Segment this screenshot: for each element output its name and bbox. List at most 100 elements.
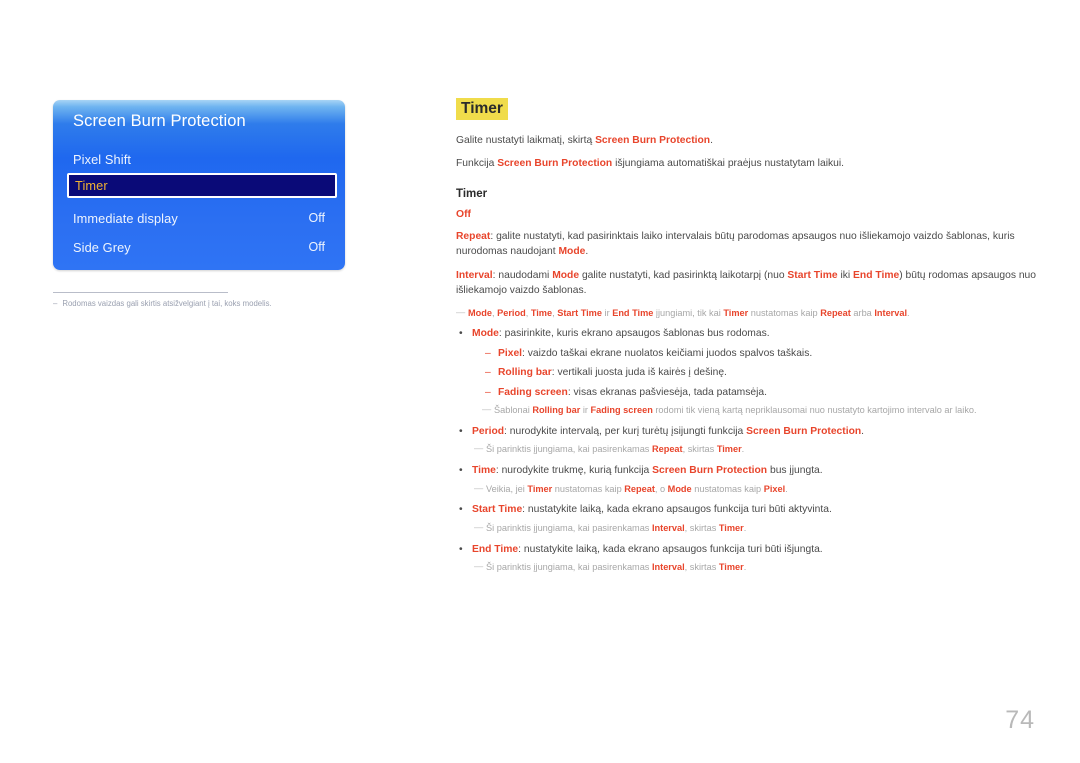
bullet-fading-screen-desc: : visas ekranas pašviesėja, tada patamsė…	[567, 386, 767, 398]
bullet-pixel-text: Pixel: vaizdo taškai ekrane nuolatos kei…	[498, 346, 1036, 361]
note-start-p1: Ši parinktis įjungiama, kai pasirenkamas	[486, 522, 652, 533]
note-sep-8: .	[907, 307, 910, 318]
interval-text-3: iki	[837, 269, 854, 281]
note-kw-start-time: Start Time	[557, 307, 602, 318]
note-period-kw-repeat: Repeat	[651, 444, 683, 455]
bullet-fading-screen-keyword: Fading screen	[498, 386, 568, 398]
bullet-time-keyword-sbp: Screen Burn Protection	[652, 465, 768, 477]
note-dash-icon: —	[456, 306, 465, 317]
bullet-end-time-desc: : nustatykite laiką, kada ekrano apsaugo…	[518, 543, 823, 555]
interval-keyword: Interval	[456, 269, 493, 281]
note-dash-icon: —	[474, 521, 483, 532]
intro-1-keyword: Screen Burn Protection	[595, 135, 711, 147]
bullet-period-t2: .	[861, 425, 865, 437]
note-period-text: Ši parinktis įjungiama, kai pasirenkamas…	[486, 443, 1036, 457]
bullet-pixel-desc: : vaizdo taškai ekrane nuolatos keičiami…	[522, 347, 813, 359]
note-period-p3: .	[741, 444, 745, 455]
note-patterns-text: Šablonai Rolling bar ir Fading screen ro…	[494, 404, 1036, 418]
note-patterns-p2: ir	[580, 405, 591, 416]
page-title: Timer	[456, 98, 508, 121]
osd-menu-item-timer-selected[interactable]: Timer	[67, 173, 337, 198]
note-modes-text: Mode, Period, Time, Start Time ir End Ti…	[468, 307, 1036, 321]
bullet-period-t1: : nurodykite intervalą, per kurį turėtų …	[504, 425, 747, 437]
note-dash-icon: —	[474, 482, 483, 493]
bullet-marker-icon: •	[459, 465, 463, 477]
menu-footnote: – Rodomas vaizdas gali skirtis atsižvelg…	[53, 292, 353, 310]
bullet-start-time-keyword: Start Time	[472, 504, 523, 516]
intro-2-post: išjungiama automatiškai praėjus nustatyt…	[612, 157, 845, 169]
note-start-time-text: Ši parinktis įjungiama, kai pasirenkamas…	[486, 522, 1036, 536]
bullet-mode-desc: : pasirinkite, kuris ekrano apsaugos šab…	[498, 328, 770, 340]
bullet-pixel-keyword: Pixel	[498, 347, 523, 359]
note-dash-icon: —	[482, 404, 491, 415]
bullet-marker-icon: •	[459, 543, 463, 555]
note-time-kw-repeat: Repeat	[624, 483, 655, 494]
note-end-time-text: Ši parinktis įjungiama, kai pasirenkamas…	[486, 561, 1036, 575]
bullet-end-time: • End Time: nustatykite laiką, kada ekra…	[456, 542, 1036, 557]
osd-menu-item-pixel-shift[interactable]: Pixel Shift	[73, 146, 329, 172]
interval-keyword-end-time: End Time	[853, 269, 900, 281]
bullet-time-t2: bus įjungta.	[767, 465, 823, 477]
note-time-kw-mode: Mode	[667, 483, 692, 494]
note-period: — Ši parinktis įjungiama, kai pasirenkam…	[474, 443, 1036, 457]
osd-menu-item-immediate-display[interactable]: Immediate display Off	[73, 205, 329, 231]
option-off-label: Off	[456, 208, 472, 220]
note-time-p2: nustatomas kaip	[552, 483, 625, 494]
note-patterns-kw-fading-screen: Fading screen	[590, 405, 653, 416]
osd-item-label: Immediate display	[73, 210, 178, 226]
bullet-marker-icon: •	[459, 425, 463, 437]
intro-2-keyword: Screen Burn Protection	[497, 157, 613, 169]
bullet-period-keyword-sbp: Screen Burn Protection	[746, 425, 862, 437]
note-start-kw-timer: Timer	[718, 522, 744, 533]
bullet-rolling-bar-desc: : vertikali juosta juda iš kairės į deši…	[551, 367, 727, 379]
osd-menu-item-side-grey[interactable]: Side Grey Off	[73, 234, 329, 260]
note-end-p3: .	[743, 562, 747, 573]
bullet-period: • Period: nurodykite intervalą, per kurį…	[456, 424, 1036, 439]
page-number: 74	[1005, 706, 1035, 734]
note-end-time: — Ši parinktis įjungiama, kai pasirenkam…	[474, 561, 1036, 575]
note-start-kw-interval: Interval	[651, 522, 685, 533]
note-patterns-kw-rolling-bar: Rolling bar	[532, 405, 581, 416]
interval-keyword-mode: Mode	[552, 269, 580, 281]
note-patterns-p3: rodomi tik vieną kartą nepriklausomai nu…	[652, 405, 977, 416]
repeat-text-1: : galite nustatyti, kad pasirinktais lai…	[456, 230, 1015, 258]
section-heading-timer: Timer	[456, 187, 488, 200]
note-time-kw-timer: Timer	[527, 483, 553, 494]
note-kw-end-time: End Time	[612, 307, 654, 318]
bullet-fading-screen-text: Fading screen: visas ekranas pašviesėja,…	[498, 385, 1036, 400]
note-modes-availability: — Mode, Period, Time, Start Time ir End …	[456, 307, 1036, 321]
bullet-period-text: Period: nurodykite intervalą, per kurį t…	[472, 424, 1036, 439]
bullet-start-time-desc: : nustatykite laiką, kada ekrano apsaugo…	[522, 504, 832, 516]
footnote-text: Rodomas vaizdas gali skirtis atsižvelgia…	[62, 299, 272, 308]
bullet-rolling-bar-text: Rolling bar: vertikali juosta juda iš ka…	[498, 365, 1036, 380]
bullet-time-text: Time: nurodykite trukmę, kurią funkcija …	[472, 463, 1036, 478]
repeat-keyword-mode: Mode	[558, 246, 586, 258]
note-start-p2: , skirtas	[684, 522, 719, 533]
intro-1-post: .	[710, 135, 713, 147]
note-sep-4: ir	[601, 307, 613, 318]
bullet-marker-icon: •	[459, 328, 463, 340]
bullet-mode-text: Mode: pasirinkite, kuris ekrano apsaugos…	[472, 326, 1036, 341]
note-patterns-p1: Šablonai	[494, 405, 533, 416]
footnote-dash-icon: –	[53, 299, 58, 308]
note-sep-7: arba	[850, 307, 875, 318]
intro-1-pre: Galite nustatyti laikmatį, skirtą	[456, 135, 596, 147]
note-time-p5: .	[785, 483, 788, 494]
interval-keyword-start-time: Start Time	[787, 269, 838, 281]
osd-item-label: Pixel Shift	[73, 151, 131, 167]
bullet-start-time: • Start Time: nustatykite laiką, kada ek…	[456, 502, 1036, 517]
note-kw-timer: Timer	[723, 307, 749, 318]
bullet-end-time-text: End Time: nustatykite laiką, kada ekrano…	[472, 542, 1036, 557]
note-kw-time: Time	[530, 307, 553, 318]
bullet-time-t1: : nurodykite trukmę, kurią funkcija	[495, 465, 653, 477]
note-time-p4: nustatomas kaip	[691, 483, 764, 494]
bullet-rolling-bar: – Rolling bar: vertikali juosta juda iš …	[482, 365, 1036, 380]
note-patterns: — Šablonai Rolling bar ir Fading screen …	[482, 404, 1036, 418]
dash-marker-icon: –	[485, 367, 491, 379]
option-repeat-description: Repeat: galite nustatyti, kad pasirinkta…	[456, 229, 1036, 260]
option-interval-description: Interval: naudodami Mode galite nustatyt…	[456, 268, 1036, 299]
note-dash-icon: —	[474, 443, 483, 454]
osd-menu-title: Screen Burn Protection	[73, 112, 246, 130]
dash-marker-icon: –	[485, 386, 491, 398]
dash-marker-icon: –	[485, 347, 491, 359]
